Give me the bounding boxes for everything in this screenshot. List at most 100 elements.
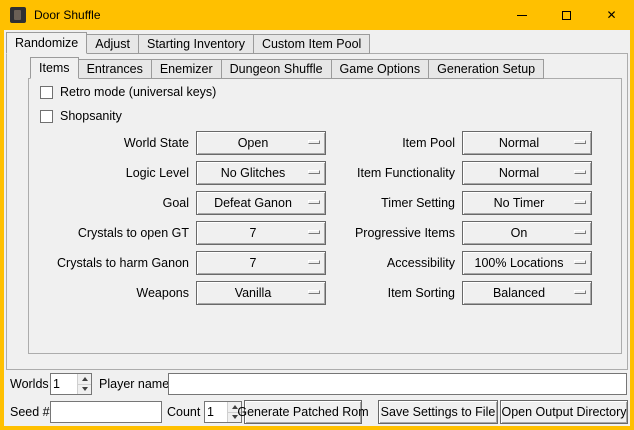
shopsanity-checkbox[interactable]: Shopsanity bbox=[40, 108, 122, 124]
count-spinner[interactable] bbox=[204, 401, 242, 423]
crystals-harm-ganon-dropdown[interactable]: 7 bbox=[196, 251, 326, 275]
accessibility-label: Accessibility bbox=[334, 251, 462, 275]
timer-setting-dropdown[interactable]: No Timer bbox=[462, 191, 592, 215]
retro-mode-checkbox[interactable]: Retro mode (universal keys) bbox=[40, 84, 216, 100]
player-names-label: Player names bbox=[99, 373, 175, 395]
tab-dungeon-shuffle[interactable]: Dungeon Shuffle bbox=[221, 59, 332, 79]
tab-adjust[interactable]: Adjust bbox=[86, 34, 139, 54]
world-state-label: World State bbox=[36, 131, 196, 155]
sub-tab-bar: Items Entrances Enemizer Dungeon Shuffle… bbox=[30, 57, 543, 79]
arrow-down-icon bbox=[82, 387, 88, 391]
item-pool-label: Item Pool bbox=[334, 131, 462, 155]
item-sorting-value: Balanced bbox=[463, 282, 591, 304]
crystals-open-gt-label: Crystals to open GT bbox=[36, 221, 196, 245]
count-input[interactable] bbox=[205, 402, 227, 422]
logic-level-dropdown[interactable]: No Glitches bbox=[196, 161, 326, 185]
crystals-open-gt-dropdown[interactable]: 7 bbox=[196, 221, 326, 245]
form-row: Logic Level No Glitches bbox=[36, 161, 326, 185]
dropdown-indicator-icon bbox=[308, 140, 320, 144]
count-label: Count bbox=[167, 401, 200, 423]
options-column-left: World State Open Logic Level No Glitches… bbox=[36, 131, 326, 311]
accessibility-value: 100% Locations bbox=[463, 252, 591, 274]
worlds-spinner[interactable] bbox=[50, 373, 92, 395]
shopsanity-checkbox-box bbox=[40, 110, 53, 123]
titlebar: Door Shuffle ✕ bbox=[0, 0, 634, 30]
form-row: Crystals to harm Ganon 7 bbox=[36, 251, 326, 275]
dropdown-indicator-icon bbox=[308, 260, 320, 264]
form-row: Progressive Items On bbox=[334, 221, 592, 245]
minimize-icon bbox=[517, 15, 527, 16]
item-functionality-value: Normal bbox=[463, 162, 591, 184]
dropdown-indicator-icon bbox=[308, 290, 320, 294]
tab-starting-inventory[interactable]: Starting Inventory bbox=[138, 34, 254, 54]
progressive-items-label: Progressive Items bbox=[334, 221, 462, 245]
window-controls: ✕ bbox=[499, 0, 634, 30]
crystals-harm-ganon-label: Crystals to harm Ganon bbox=[36, 251, 196, 275]
main-tab-bar: Randomize Adjust Starting Inventory Cust… bbox=[6, 32, 369, 54]
options-column-right: Item Pool Normal Item Functionality Norm… bbox=[334, 131, 592, 311]
seed-label: Seed # bbox=[10, 401, 50, 423]
dropdown-indicator-icon bbox=[574, 290, 586, 294]
form-row: Item Pool Normal bbox=[334, 131, 592, 155]
tab-game-options[interactable]: Game Options bbox=[331, 59, 430, 79]
goal-label: Goal bbox=[36, 191, 196, 215]
worlds-input[interactable] bbox=[51, 374, 77, 394]
tab-items[interactable]: Items bbox=[30, 57, 79, 79]
open-output-directory-button[interactable]: Open Output Directory bbox=[500, 400, 628, 424]
form-row: World State Open bbox=[36, 131, 326, 155]
dropdown-indicator-icon bbox=[574, 140, 586, 144]
minimize-button[interactable] bbox=[499, 0, 544, 30]
worlds-label: Worlds bbox=[10, 373, 49, 395]
dropdown-indicator-icon bbox=[308, 200, 320, 204]
maximize-icon bbox=[562, 11, 571, 20]
tab-enemizer[interactable]: Enemizer bbox=[151, 59, 222, 79]
logic-level-label: Logic Level bbox=[36, 161, 196, 185]
dropdown-indicator-icon bbox=[574, 260, 586, 264]
tab-generation-setup[interactable]: Generation Setup bbox=[428, 59, 544, 79]
worlds-decrement-button[interactable] bbox=[78, 385, 91, 395]
weapons-value: Vanilla bbox=[197, 282, 325, 304]
close-icon: ✕ bbox=[606, 9, 616, 21]
progressive-items-dropdown[interactable]: On bbox=[462, 221, 592, 245]
player-names-input[interactable] bbox=[168, 373, 627, 395]
weapons-dropdown[interactable]: Vanilla bbox=[196, 281, 326, 305]
tab-randomize[interactable]: Randomize bbox=[6, 32, 87, 54]
accessibility-dropdown[interactable]: 100% Locations bbox=[462, 251, 592, 275]
seed-input[interactable] bbox=[50, 401, 162, 423]
item-pool-dropdown[interactable]: Normal bbox=[462, 131, 592, 155]
progressive-items-value: On bbox=[463, 222, 591, 244]
item-functionality-dropdown[interactable]: Normal bbox=[462, 161, 592, 185]
world-state-dropdown[interactable]: Open bbox=[196, 131, 326, 155]
item-sorting-dropdown[interactable]: Balanced bbox=[462, 281, 592, 305]
item-functionality-label: Item Functionality bbox=[334, 161, 462, 185]
form-row: Crystals to open GT 7 bbox=[36, 221, 326, 245]
client-area: Randomize Adjust Starting Inventory Cust… bbox=[4, 30, 630, 426]
world-state-value: Open bbox=[197, 132, 325, 154]
form-row: Item Sorting Balanced bbox=[334, 281, 592, 305]
save-settings-button[interactable]: Save Settings to File bbox=[378, 400, 498, 424]
close-button[interactable]: ✕ bbox=[589, 0, 634, 30]
tab-entrances[interactable]: Entrances bbox=[78, 59, 152, 79]
form-row: Weapons Vanilla bbox=[36, 281, 326, 305]
crystals-open-gt-value: 7 bbox=[197, 222, 325, 244]
form-row: Item Functionality Normal bbox=[334, 161, 592, 185]
item-pool-value: Normal bbox=[463, 132, 591, 154]
dropdown-indicator-icon bbox=[574, 200, 586, 204]
worlds-increment-button[interactable] bbox=[78, 374, 91, 385]
timer-setting-label: Timer Setting bbox=[334, 191, 462, 215]
app-icon[interactable] bbox=[10, 7, 26, 23]
tab-custom-item-pool[interactable]: Custom Item Pool bbox=[253, 34, 370, 54]
form-row: Timer Setting No Timer bbox=[334, 191, 592, 215]
window-title: Door Shuffle bbox=[34, 8, 101, 22]
logic-level-value: No Glitches bbox=[197, 162, 325, 184]
goal-dropdown[interactable]: Defeat Ganon bbox=[196, 191, 326, 215]
weapons-label: Weapons bbox=[36, 281, 196, 305]
generate-patched-rom-button[interactable]: Generate Patched Rom bbox=[244, 400, 362, 424]
dropdown-indicator-icon bbox=[574, 230, 586, 234]
dropdown-indicator-icon bbox=[308, 230, 320, 234]
timer-setting-value: No Timer bbox=[463, 192, 591, 214]
arrow-up-icon bbox=[82, 377, 88, 381]
form-row: Accessibility 100% Locations bbox=[334, 251, 592, 275]
maximize-button[interactable] bbox=[544, 0, 589, 30]
goal-value: Defeat Ganon bbox=[197, 192, 325, 214]
